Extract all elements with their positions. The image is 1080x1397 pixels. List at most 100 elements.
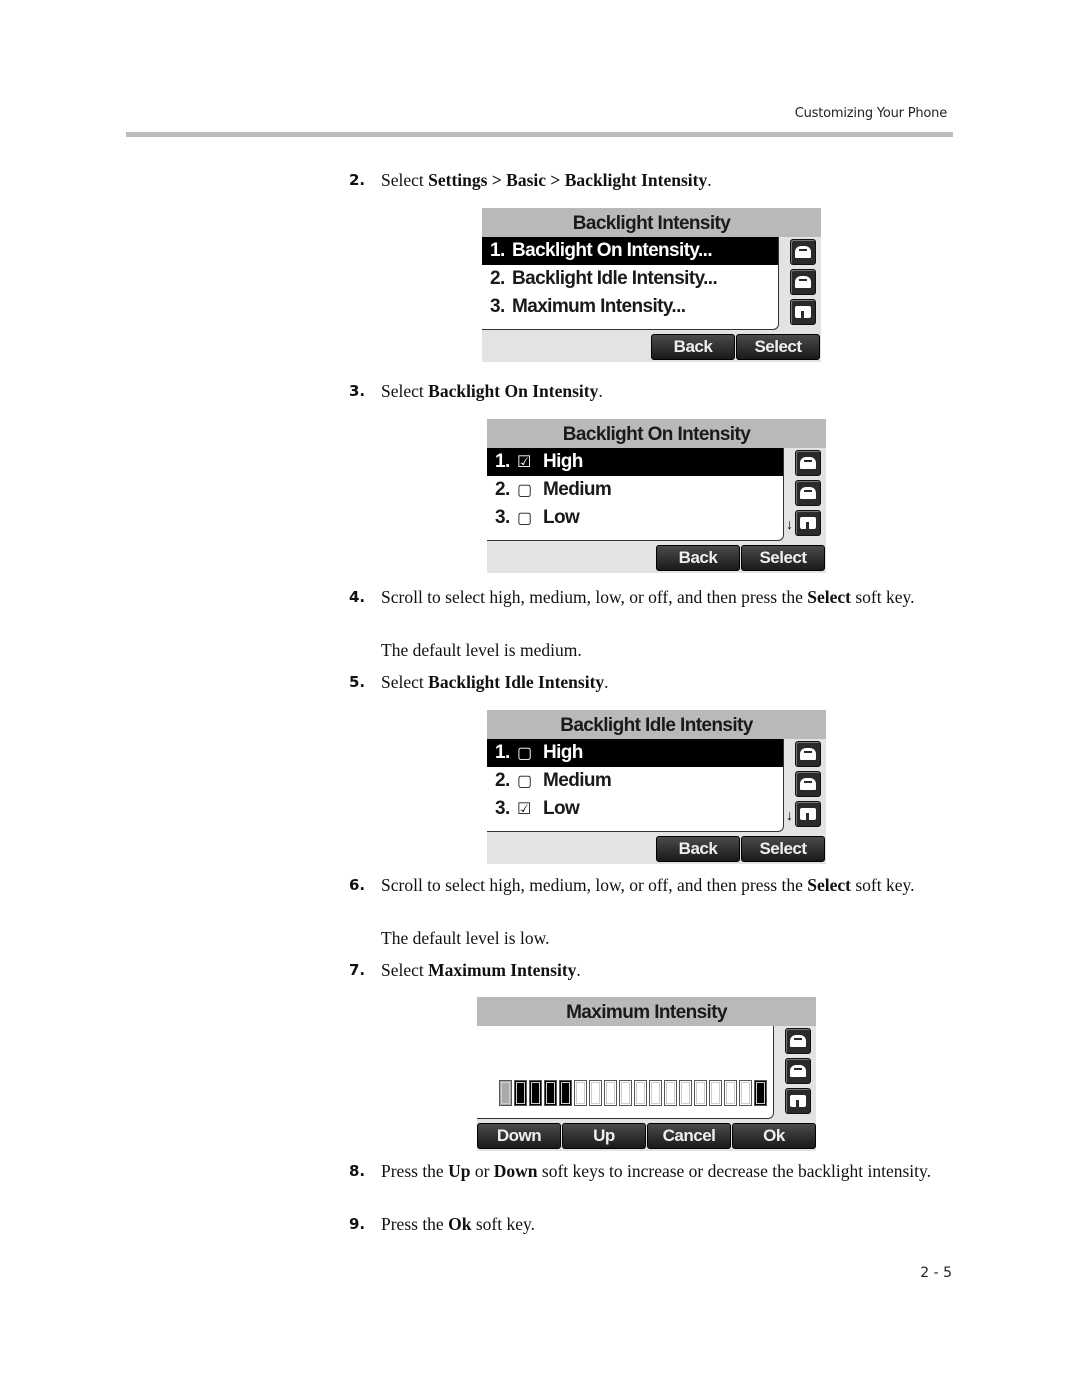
select-softkey[interactable]: Select — [741, 836, 825, 862]
menu-item-backlight-on-intensity[interactable]: 1. Backlight On Intensity... — [482, 237, 778, 265]
running-header: Customizing Your Phone — [794, 106, 947, 121]
phone-handset-icon[interactable] — [790, 269, 816, 295]
item-label: Maximum Intensity... — [512, 296, 686, 317]
text-run: . — [707, 170, 712, 190]
step-text: Select Maximum Intensity. — [381, 960, 949, 981]
menu-item-maximum-intensity[interactable]: 3. Maximum Intensity... — [482, 293, 778, 321]
intensity-segment-empty — [664, 1080, 677, 1106]
intensity-segment-filled — [559, 1080, 572, 1106]
select-softkey[interactable]: Select — [741, 545, 825, 571]
page-number: 2 - 5 — [920, 1265, 952, 1281]
text-run: Press the — [381, 1161, 449, 1181]
intensity-segment-empty — [694, 1080, 707, 1106]
option-low[interactable]: 3. ▢ Low — [487, 504, 783, 532]
intensity-segment-filled — [514, 1080, 527, 1106]
intensity-segment-empty — [604, 1080, 617, 1106]
item-number: 1. — [490, 240, 505, 261]
step-5: 5. Select Backlight Idle Intensity. — [349, 672, 949, 693]
text-run: . — [576, 960, 581, 980]
option-medium[interactable]: 2. ▢ Medium — [487, 767, 783, 795]
phone-handset-icon[interactable] — [790, 239, 816, 265]
intensity-slider[interactable] — [499, 1080, 767, 1108]
scroll-down-arrow-icon: ↓ — [786, 807, 793, 823]
text-run: Press the — [381, 1214, 449, 1234]
step-number: 5. — [349, 673, 366, 691]
intensity-segment-empty — [574, 1080, 587, 1106]
checkbox-icon[interactable]: ▢ — [517, 740, 543, 768]
item-label: Backlight On Intensity... — [512, 240, 713, 261]
phone-screen-backlight-on-intensity: Backlight On Intensity 1. ☑ High 2. ▢ Medium… — [487, 419, 826, 573]
cancel-softkey[interactable]: Cancel — [647, 1123, 731, 1149]
step-text: Select Settings > Basic > Backlight Inte… — [381, 170, 949, 191]
step-4: 4. Scroll to select high, medium, low, o… — [349, 587, 949, 608]
item-number: 2. — [495, 479, 510, 500]
option-medium[interactable]: 2. ▢ Medium — [487, 476, 783, 504]
line-keys — [790, 239, 816, 329]
down-softkey[interactable]: Down — [477, 1123, 561, 1149]
line-keys — [795, 450, 821, 540]
item-number: 3. — [495, 507, 510, 528]
option-low[interactable]: 3. ☑ Low — [487, 795, 783, 823]
phone-handset-icon[interactable] — [795, 480, 821, 506]
intensity-segment-filled — [529, 1080, 542, 1106]
menu-item-backlight-idle-intensity[interactable]: 2. Backlight Idle Intensity... — [482, 265, 778, 293]
checked-checkbox-icon[interactable]: ☑ — [517, 449, 543, 477]
step-text: Select Backlight Idle Intensity. — [381, 672, 949, 693]
item-number: 2. — [490, 268, 505, 289]
step-number: 7. — [349, 961, 366, 979]
step-number: 9. — [349, 1215, 366, 1233]
phone-handset-icon[interactable] — [795, 450, 821, 476]
item-number: 3. — [495, 798, 510, 819]
menu-list: 1. Backlight On Intensity... 2. Backlight … — [482, 237, 779, 330]
checked-checkbox-icon[interactable]: ☑ — [517, 796, 543, 824]
item-label: Low — [543, 507, 580, 528]
checkbox-icon[interactable]: ▢ — [517, 477, 543, 505]
item-label: Low — [543, 798, 580, 819]
phone-offhook-icon[interactable] — [790, 299, 816, 325]
item-label: Medium — [543, 479, 612, 500]
back-softkey[interactable]: Back — [656, 836, 740, 862]
emphasized-term: Ok — [448, 1214, 472, 1234]
step-7: 7. Select Maximum Intensity. — [349, 960, 949, 981]
item-number: 3. — [490, 296, 505, 317]
emphasized-term: Down — [493, 1161, 538, 1181]
phone-handset-icon[interactable] — [795, 771, 821, 797]
phone-handset-icon[interactable] — [785, 1028, 811, 1054]
step-text: Scroll to select high, medium, low, or o… — [381, 587, 949, 608]
step-text: Press the Up or Down soft keys to increa… — [381, 1161, 949, 1182]
text-run: soft keys to increase or decrease the ba… — [537, 1161, 931, 1181]
phone-offhook-icon[interactable] — [795, 801, 821, 827]
phone-offhook-icon[interactable] — [785, 1088, 811, 1114]
option-high[interactable]: 1. ☑ High — [487, 448, 783, 476]
phone-handset-icon[interactable] — [785, 1058, 811, 1084]
text-run: soft key. — [471, 1214, 535, 1234]
back-softkey[interactable]: Back — [656, 545, 740, 571]
ok-softkey[interactable]: Ok — [732, 1123, 816, 1149]
select-softkey[interactable]: Select — [736, 334, 820, 360]
checkbox-icon[interactable]: ▢ — [517, 505, 543, 533]
softkey-bar: Down Up Cancel Ok — [477, 1123, 816, 1149]
option-high[interactable]: 1. ▢ High — [487, 739, 783, 767]
step-2: 2. Select Settings > Basic > Backlight I… — [349, 170, 949, 191]
phone-handset-icon[interactable] — [795, 741, 821, 767]
checkbox-icon[interactable]: ▢ — [517, 768, 543, 796]
screen-title: Backlight Idle Intensity — [487, 710, 826, 739]
text-run: Select — [381, 170, 429, 190]
item-number: 1. — [495, 742, 510, 763]
emphasized-term: Select — [807, 587, 851, 607]
step-number: 3. — [349, 382, 366, 400]
intensity-segment-empty — [739, 1080, 752, 1106]
text-run: Select — [381, 672, 429, 692]
up-softkey[interactable]: Up — [562, 1123, 646, 1149]
text-run: Select — [381, 960, 429, 980]
text-run: Scroll to select high, medium, low, or o… — [381, 875, 808, 895]
step-9: 9. Press the Ok soft key. — [349, 1214, 949, 1235]
phone-offhook-icon[interactable] — [795, 510, 821, 536]
intensity-segment-empty — [724, 1080, 737, 1106]
step-number: 4. — [349, 588, 366, 606]
emphasized-term: Backlight Idle Intensity — [428, 672, 605, 692]
back-softkey[interactable]: Back — [651, 334, 735, 360]
step-number: 6. — [349, 876, 366, 894]
intensity-segment-empty — [589, 1080, 602, 1106]
softkey-bar: Back Select — [487, 836, 826, 862]
